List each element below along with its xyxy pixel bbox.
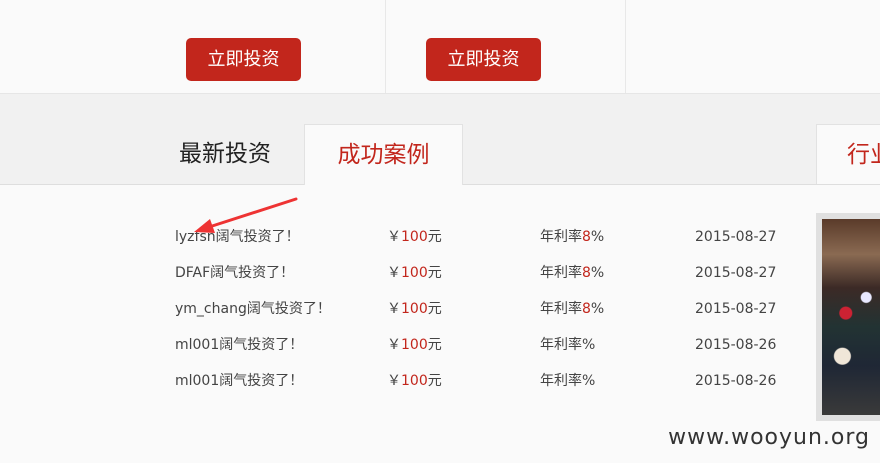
rate-label: 年利率: [540, 373, 582, 389]
invest-date: 2015-08-27: [695, 229, 777, 245]
investor-text: ym_chang阔气投资了！: [175, 301, 331, 317]
tab-latest-investments[interactable]: 最新投资: [165, 124, 285, 184]
investor-text: DFAF阔气投资了！: [175, 265, 295, 281]
watermark: www.wooyun.org: [668, 425, 870, 450]
rate-value: 8: [582, 265, 591, 281]
amount-unit: 元: [427, 373, 442, 389]
currency-symbol: ￥: [387, 301, 401, 317]
rate-label: 年利率: [540, 301, 582, 317]
rate-percent: %: [590, 301, 605, 317]
amount-unit: 元: [427, 229, 442, 245]
list-item: ym_chang阔气投资了！ ￥100元 年利率8% 2015-08-27: [0, 291, 800, 327]
invest-now-button[interactable]: 立即投资: [186, 38, 301, 81]
amount-unit: 元: [427, 265, 442, 281]
event-photo-thumbnail[interactable]: [816, 213, 880, 421]
annual-rate: 年利率8%: [540, 291, 604, 327]
annual-rate: 年利率8%: [540, 219, 604, 255]
rate-percent: %: [582, 373, 596, 389]
currency-symbol: ￥: [387, 229, 401, 245]
invest-date: 2015-08-27: [695, 301, 777, 317]
invest-date: 2015-08-26: [695, 373, 777, 389]
amount-value: 100: [401, 265, 428, 281]
invest-date: 2015-08-27: [695, 265, 777, 281]
amount: ￥100元: [387, 219, 442, 255]
amount-value: 100: [401, 301, 428, 317]
investor-text: ml001阔气投资了！: [175, 337, 304, 353]
top-band: 立即投资 立即投资: [0, 0, 880, 94]
rate-value: 8: [582, 229, 591, 245]
event-photo-image: [822, 219, 880, 415]
amount-value: 100: [401, 337, 428, 353]
amount-unit: 元: [427, 337, 442, 353]
amount-unit: 元: [427, 301, 442, 317]
amount-value: 100: [401, 229, 428, 245]
list-item: ml001阔气投资了！ ￥100元 年利率% 2015-08-26: [0, 363, 800, 399]
amount-value: 100: [401, 373, 428, 389]
rate-percent: %: [582, 337, 596, 353]
invest-date: 2015-08-26: [695, 337, 777, 353]
column-divider: [625, 0, 626, 93]
currency-symbol: ￥: [387, 265, 401, 281]
investor-text: ml001阔气投资了！: [175, 373, 304, 389]
rate-label: 年利率: [540, 265, 582, 281]
tab-industry[interactable]: 行业: [816, 124, 880, 184]
rate-label: 年利率: [540, 337, 582, 353]
column-divider: [385, 0, 386, 93]
currency-symbol: ￥: [387, 373, 401, 389]
amount: ￥100元: [387, 363, 442, 399]
list-item: DFAF阔气投资了！ ￥100元 年利率8% 2015-08-27: [0, 255, 800, 291]
annual-rate: 年利率%: [540, 363, 595, 399]
amount: ￥100元: [387, 291, 442, 327]
annual-rate: 年利率8%: [540, 255, 604, 291]
rate-percent: %: [590, 265, 605, 281]
annual-rate: 年利率%: [540, 327, 595, 363]
tab-bar: 最新投资 成功案例 行业: [0, 94, 880, 185]
rate-percent: %: [590, 229, 605, 245]
red-arrow-icon: [194, 197, 298, 233]
amount: ￥100元: [387, 327, 442, 363]
rate-label: 年利率: [540, 229, 582, 245]
list-item: ml001阔气投资了！ ￥100元 年利率% 2015-08-26: [0, 327, 800, 363]
amount: ￥100元: [387, 255, 442, 291]
currency-symbol: ￥: [387, 337, 401, 353]
tab-success-cases[interactable]: 成功案例: [304, 124, 463, 185]
list-item: lyzfsn阔气投资了！ ￥100元 年利率8% 2015-08-27: [0, 219, 800, 255]
invest-now-button[interactable]: 立即投资: [426, 38, 541, 81]
rate-value: 8: [582, 301, 591, 317]
